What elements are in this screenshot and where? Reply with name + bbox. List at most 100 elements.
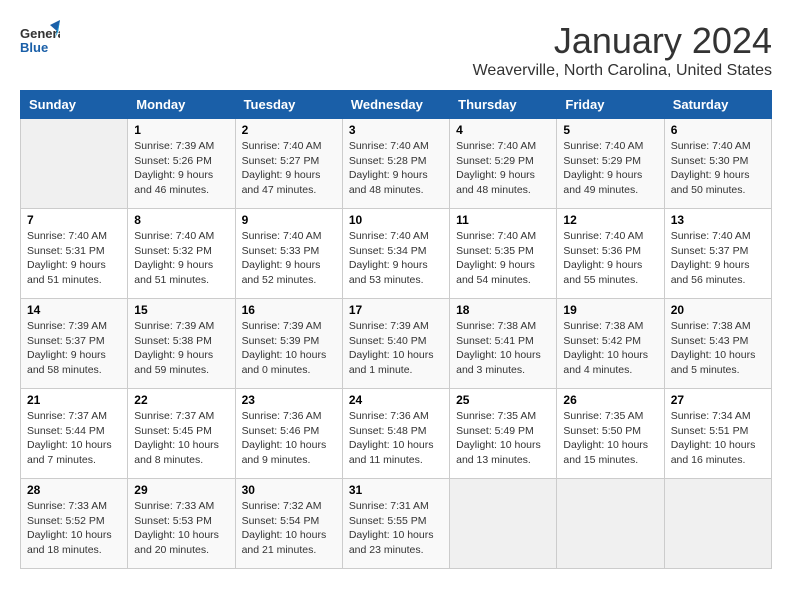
day-number: 10 [349, 213, 443, 227]
day-number: 9 [242, 213, 336, 227]
day-header-sunday: Sunday [21, 91, 128, 119]
day-number: 16 [242, 303, 336, 317]
day-number: 3 [349, 123, 443, 137]
calendar-cell [450, 479, 557, 569]
day-number: 17 [349, 303, 443, 317]
calendar-cell: 26Sunrise: 7:35 AM Sunset: 5:50 PM Dayli… [557, 389, 664, 479]
day-number: 6 [671, 123, 765, 137]
title-block: January 2024 Weaverville, North Carolina… [473, 20, 772, 80]
cell-sun-info: Sunrise: 7:40 AM Sunset: 5:32 PM Dayligh… [134, 229, 228, 288]
day-number: 2 [242, 123, 336, 137]
svg-text:Blue: Blue [20, 40, 48, 55]
day-number: 14 [27, 303, 121, 317]
cell-sun-info: Sunrise: 7:34 AM Sunset: 5:51 PM Dayligh… [671, 409, 765, 468]
day-number: 22 [134, 393, 228, 407]
day-number: 21 [27, 393, 121, 407]
day-header-thursday: Thursday [450, 91, 557, 119]
month-title: January 2024 [473, 20, 772, 62]
calendar-cell: 1 Sunrise: 7:39 AM Sunset: 5:26 PM Daylig… [128, 119, 235, 209]
calendar-cell: 22 Sunrise: 7:37 AM Sunset: 5:45 PM Dayli… [128, 389, 235, 479]
cell-sun-info: Sunrise: 7:40 AM Sunset: 5:31 PM Dayligh… [27, 229, 121, 288]
day-header-friday: Friday [557, 91, 664, 119]
day-header-tuesday: Tuesday [235, 91, 342, 119]
cell-sun-info: Sunrise: 7:40 AM Sunset: 5:34 PM Dayligh… [349, 229, 443, 288]
day-number: 25 [456, 393, 550, 407]
calendar-cell: 15 Sunrise: 7:39 AM Sunset: 5:38 PM Dayli… [128, 299, 235, 389]
cell-sun-info: Sunrise: 7:39 AM Sunset: 5:38 PM Dayligh… [134, 319, 228, 378]
calendar-week-row: 1 Sunrise: 7:39 AM Sunset: 5:26 PM Daylig… [21, 119, 772, 209]
day-number: 28 [27, 483, 121, 497]
day-number: 13 [671, 213, 765, 227]
calendar-cell: 23Sunrise: 7:36 AM Sunset: 5:46 PM Dayli… [235, 389, 342, 479]
day-number: 29 [134, 483, 228, 497]
calendar-cell: 3Sunrise: 7:40 AM Sunset: 5:28 PM Daylig… [342, 119, 449, 209]
day-number: 26 [563, 393, 657, 407]
calendar-body: 1 Sunrise: 7:39 AM Sunset: 5:26 PM Daylig… [21, 119, 772, 569]
cell-sun-info: Sunrise: 7:40 AM Sunset: 5:36 PM Dayligh… [563, 229, 657, 288]
calendar-cell: 13Sunrise: 7:40 AM Sunset: 5:37 PM Dayli… [664, 209, 771, 299]
calendar-cell: 17 Sunrise: 7:39 AM Sunset: 5:40 PM Dayli… [342, 299, 449, 389]
cell-sun-info: Sunrise: 7:32 AM Sunset: 5:54 PM Dayligh… [242, 499, 336, 558]
cell-sun-info: Sunrise: 7:31 AM Sunset: 5:55 PM Dayligh… [349, 499, 443, 558]
day-number: 4 [456, 123, 550, 137]
day-number: 18 [456, 303, 550, 317]
calendar-header-row: SundayMondayTuesdayWednesdayThursdayFrid… [21, 91, 772, 119]
calendar-cell: 31 Sunrise: 7:31 AM Sunset: 5:55 PM Dayli… [342, 479, 449, 569]
calendar-cell [557, 479, 664, 569]
cell-sun-info: Sunrise: 7:39 AM Sunset: 5:26 PM Dayligh… [134, 139, 228, 198]
calendar-table: SundayMondayTuesdayWednesdayThursdayFrid… [20, 90, 772, 569]
calendar-cell: 11 Sunrise: 7:40 AM Sunset: 5:35 PM Dayli… [450, 209, 557, 299]
calendar-cell: 16 Sunrise: 7:39 AM Sunset: 5:39 PM Dayli… [235, 299, 342, 389]
cell-sun-info: Sunrise: 7:39 AM Sunset: 5:37 PM Dayligh… [27, 319, 121, 378]
calendar-cell: 25 Sunrise: 7:35 AM Sunset: 5:49 PM Dayli… [450, 389, 557, 479]
calendar-cell: 28Sunrise: 7:33 AM Sunset: 5:52 PM Dayli… [21, 479, 128, 569]
calendar-week-row: 14 Sunrise: 7:39 AM Sunset: 5:37 PM Dayli… [21, 299, 772, 389]
cell-sun-info: Sunrise: 7:35 AM Sunset: 5:49 PM Dayligh… [456, 409, 550, 468]
day-number: 7 [27, 213, 121, 227]
calendar-cell: 21Sunrise: 7:37 AM Sunset: 5:44 PM Dayli… [21, 389, 128, 479]
logo: General Blue [20, 20, 60, 60]
cell-sun-info: Sunrise: 7:40 AM Sunset: 5:29 PM Dayligh… [456, 139, 550, 198]
calendar-cell: 27Sunrise: 7:34 AM Sunset: 5:51 PM Dayli… [664, 389, 771, 479]
day-number: 5 [563, 123, 657, 137]
day-header-wednesday: Wednesday [342, 91, 449, 119]
day-header-saturday: Saturday [664, 91, 771, 119]
calendar-cell: 7 Sunrise: 7:40 AM Sunset: 5:31 PM Daylig… [21, 209, 128, 299]
calendar-cell: 8Sunrise: 7:40 AM Sunset: 5:32 PM Daylig… [128, 209, 235, 299]
calendar-cell: 24 Sunrise: 7:36 AM Sunset: 5:48 PM Dayli… [342, 389, 449, 479]
calendar-cell: 30 Sunrise: 7:32 AM Sunset: 5:54 PM Dayli… [235, 479, 342, 569]
calendar-cell: 18 Sunrise: 7:38 AM Sunset: 5:41 PM Dayli… [450, 299, 557, 389]
day-number: 23 [242, 393, 336, 407]
day-number: 12 [563, 213, 657, 227]
cell-sun-info: Sunrise: 7:38 AM Sunset: 5:41 PM Dayligh… [456, 319, 550, 378]
cell-sun-info: Sunrise: 7:40 AM Sunset: 5:27 PM Dayligh… [242, 139, 336, 198]
day-number: 15 [134, 303, 228, 317]
page-header: General Blue January 2024 Weaverville, N… [20, 20, 772, 80]
day-number: 31 [349, 483, 443, 497]
calendar-cell: 12 Sunrise: 7:40 AM Sunset: 5:36 PM Dayli… [557, 209, 664, 299]
cell-sun-info: Sunrise: 7:38 AM Sunset: 5:43 PM Dayligh… [671, 319, 765, 378]
calendar-cell: 6Sunrise: 7:40 AM Sunset: 5:30 PM Daylig… [664, 119, 771, 209]
cell-sun-info: Sunrise: 7:39 AM Sunset: 5:39 PM Dayligh… [242, 319, 336, 378]
cell-sun-info: Sunrise: 7:36 AM Sunset: 5:48 PM Dayligh… [349, 409, 443, 468]
day-number: 19 [563, 303, 657, 317]
cell-sun-info: Sunrise: 7:40 AM Sunset: 5:33 PM Dayligh… [242, 229, 336, 288]
day-number: 11 [456, 213, 550, 227]
calendar-cell: 4 Sunrise: 7:40 AM Sunset: 5:29 PM Daylig… [450, 119, 557, 209]
day-number: 30 [242, 483, 336, 497]
cell-sun-info: Sunrise: 7:33 AM Sunset: 5:53 PM Dayligh… [134, 499, 228, 558]
calendar-week-row: 28Sunrise: 7:33 AM Sunset: 5:52 PM Dayli… [21, 479, 772, 569]
day-number: 1 [134, 123, 228, 137]
cell-sun-info: Sunrise: 7:40 AM Sunset: 5:35 PM Dayligh… [456, 229, 550, 288]
day-header-monday: Monday [128, 91, 235, 119]
calendar-cell: 5Sunrise: 7:40 AM Sunset: 5:29 PM Daylig… [557, 119, 664, 209]
cell-sun-info: Sunrise: 7:37 AM Sunset: 5:45 PM Dayligh… [134, 409, 228, 468]
day-number: 24 [349, 393, 443, 407]
calendar-week-row: 7 Sunrise: 7:40 AM Sunset: 5:31 PM Daylig… [21, 209, 772, 299]
calendar-cell: 19Sunrise: 7:38 AM Sunset: 5:42 PM Dayli… [557, 299, 664, 389]
calendar-cell: 29 Sunrise: 7:33 AM Sunset: 5:53 PM Dayli… [128, 479, 235, 569]
calendar-cell: 10 Sunrise: 7:40 AM Sunset: 5:34 PM Dayli… [342, 209, 449, 299]
cell-sun-info: Sunrise: 7:39 AM Sunset: 5:40 PM Dayligh… [349, 319, 443, 378]
calendar-cell: 14 Sunrise: 7:39 AM Sunset: 5:37 PM Dayli… [21, 299, 128, 389]
calendar-week-row: 21Sunrise: 7:37 AM Sunset: 5:44 PM Dayli… [21, 389, 772, 479]
